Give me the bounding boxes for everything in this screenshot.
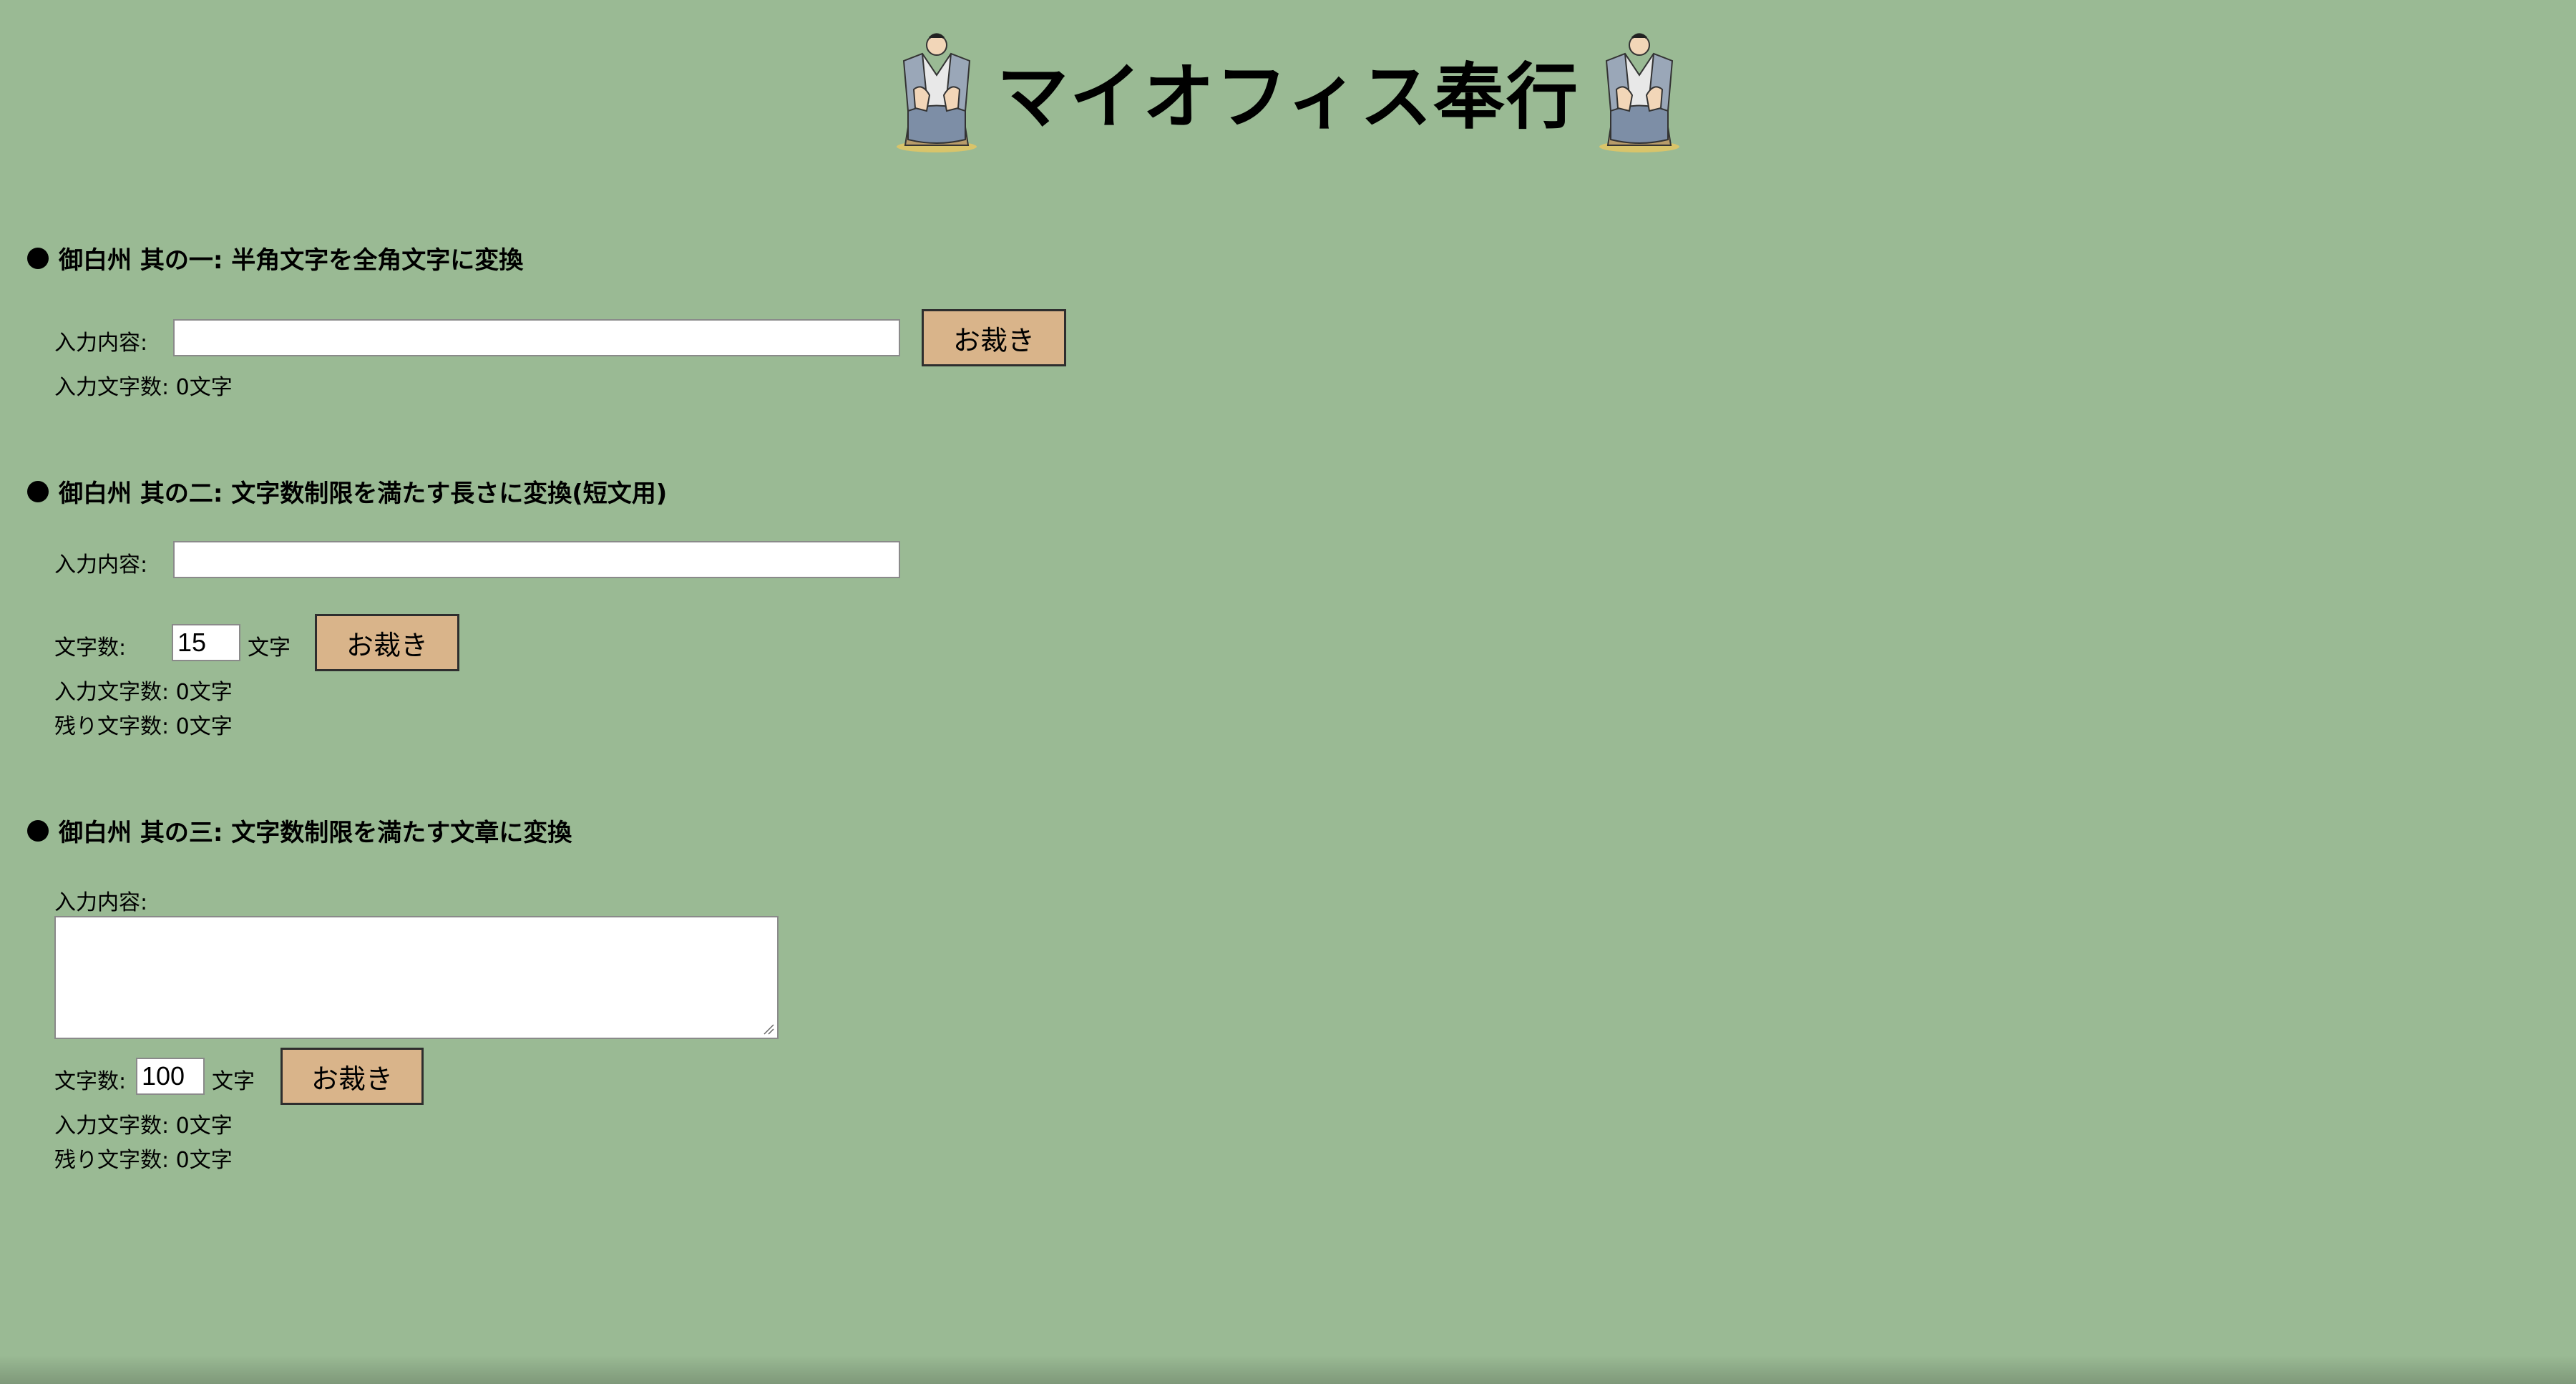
section3-textarea[interactable] [54,916,779,1039]
section3-heading-text: 御白州 其の三: 文字数制限を満たす文章に変換 [59,819,572,847]
section1-count-text: 入力文字数: 0文字 [54,375,233,400]
page: マイオフィス奉行 御白州 其の一: 半角文字を全角文字に変換 入力内容: お裁き… [0,0,2576,1384]
section1-heading-text: 御白州 其の一: 半角文字を全角文字に変換 [59,246,524,275]
section2-heading-text: 御白州 其の二: 文字数制限を満たす長さに変換(短文用) [59,479,668,508]
samurai-figure-icon [1599,33,1679,152]
bottom-edge-shadow [0,1355,2576,1384]
section3-remaining-text: 残り文字数: 0文字 [54,1148,233,1173]
section3-input-label: 入力内容: [54,890,148,915]
section2-judge-button[interactable]: お裁き [315,614,459,671]
section2-input[interactable] [173,541,900,578]
section2-input-label: 入力内容: [54,552,148,578]
bullet-icon [27,480,49,502]
section2-limit-label: 文字数: [54,635,127,661]
header: マイオフィス奉行 [0,29,2576,157]
section2-limit-input[interactable] [172,624,240,661]
section3-limit-input[interactable] [136,1058,205,1095]
resize-grip-icon[interactable] [763,1023,774,1035]
bullet-icon [27,247,49,269]
section2-remaining-text: 残り文字数: 0文字 [54,714,233,739]
section3-count-text: 入力文字数: 0文字 [54,1113,233,1139]
samurai-figure-icon [897,33,977,152]
section3-limit-label: 文字数: [54,1069,127,1094]
section1-judge-button[interactable]: お裁き [922,309,1066,366]
section2-limit-unit: 文字 [248,635,291,661]
section3-heading: 御白州 其の三: 文字数制限を満たす文章に変換 [27,813,572,848]
section2-heading: 御白州 其の二: 文字数制限を満たす長さに変換(短文用) [27,474,667,509]
section1-input[interactable] [173,319,900,356]
section1-heading: 御白州 其の一: 半角文字を全角文字に変換 [27,240,523,276]
section1-input-label: 入力内容: [54,331,148,356]
bullet-icon [27,819,49,842]
section3-judge-button[interactable]: お裁き [280,1048,424,1105]
page-title: マイオフィス奉行 [997,55,1579,139]
section3-limit-unit: 文字 [212,1069,255,1094]
section2-count-text: 入力文字数: 0文字 [54,680,233,705]
